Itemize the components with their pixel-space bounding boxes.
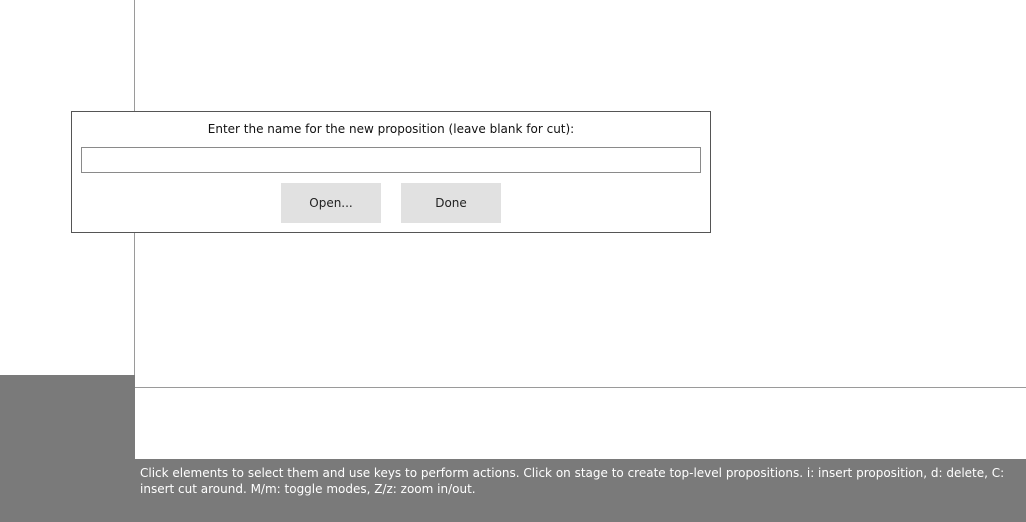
status-help-text: Click elements to select them and use ke… — [140, 466, 1005, 496]
dialog-prompt: Enter the name for the new proposition (… — [207, 122, 575, 136]
status-bar: Click elements to select them and use ke… — [135, 459, 1026, 522]
app-root: Click elements to select them and use ke… — [0, 0, 1026, 522]
done-button[interactable]: Done — [401, 183, 501, 223]
dialog-button-row: Open... Done — [72, 183, 710, 223]
new-proposition-dialog: Enter the name for the new proposition (… — [71, 111, 711, 233]
stage-footer-area — [135, 389, 1026, 459]
left-panel — [0, 375, 135, 522]
open-button[interactable]: Open... — [281, 183, 381, 223]
proposition-name-input[interactable] — [81, 147, 701, 173]
